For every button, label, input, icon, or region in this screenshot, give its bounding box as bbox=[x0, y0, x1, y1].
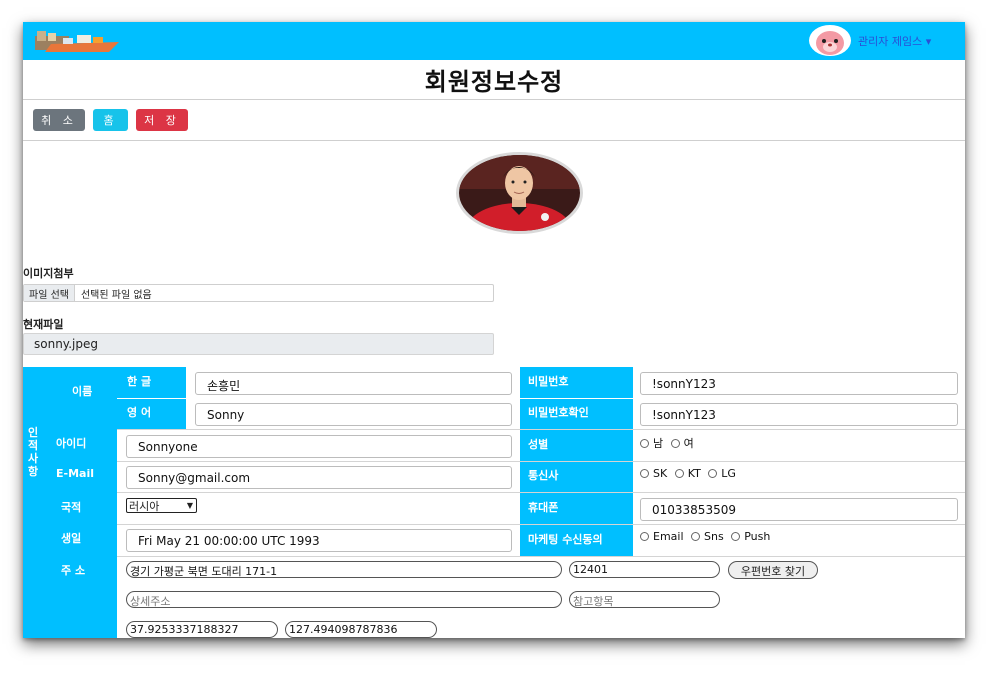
gender-female-label: 여 bbox=[683, 437, 694, 450]
marketing-sns-label: Sns bbox=[704, 530, 724, 543]
marketing-email-label: Email bbox=[653, 530, 684, 543]
korean-label-cell: 한 글 bbox=[117, 367, 186, 398]
file-input[interactable]: 파일 선택 선택된 파일 없음 bbox=[23, 284, 494, 302]
carrier-label-cell: 통신사 bbox=[520, 462, 633, 492]
carrier-lg-label: LG bbox=[721, 467, 736, 480]
chevron-down-icon: ▼ bbox=[186, 501, 193, 510]
radio-push[interactable] bbox=[731, 532, 741, 541]
title-row: 회원정보수정 bbox=[23, 60, 965, 100]
id-label: 아이디 bbox=[56, 437, 87, 450]
radio-kt[interactable] bbox=[674, 469, 684, 478]
carrier-label: 통신사 bbox=[528, 469, 559, 482]
home-button[interactable]: 홈 bbox=[93, 109, 128, 131]
password-label-cell: 비밀번호 bbox=[520, 367, 633, 398]
radio-sk[interactable] bbox=[640, 469, 649, 478]
marketing-radio-group: Email Sns Push bbox=[640, 530, 770, 543]
english-label-cell: 영 어 bbox=[117, 399, 186, 429]
korean-name-label: 한 글 bbox=[127, 375, 152, 388]
password-confirm-label-cell: 비밀번호확인 bbox=[520, 399, 633, 429]
country-value: 러시아 bbox=[129, 499, 160, 513]
password-label: 비밀번호 bbox=[528, 375, 569, 388]
row-divider bbox=[117, 524, 965, 525]
email-label: E-Mail bbox=[56, 467, 94, 480]
english-name-input[interactable]: Sonny bbox=[195, 403, 512, 426]
user-menu-dropdown[interactable]: 관리자 제임스 ▾ bbox=[858, 33, 931, 49]
phone-label: 휴대폰 bbox=[528, 501, 559, 514]
action-bar: 취 소 홈 저 장 bbox=[23, 100, 965, 141]
logo-icon[interactable] bbox=[33, 26, 119, 54]
radio-sns[interactable] bbox=[691, 532, 701, 541]
marketing-push-label: Push bbox=[744, 530, 771, 543]
gender-male-label: 남 bbox=[653, 437, 664, 450]
email-input[interactable]: Sonny@gmail.com bbox=[126, 466, 512, 489]
top-navbar: 관리자 제임스 ▾ bbox=[23, 22, 965, 60]
address-input[interactable]: 경기 가평군 북면 도대리 171-1 bbox=[126, 561, 562, 578]
radio-lg[interactable] bbox=[708, 469, 718, 478]
latitude-input[interactable]: 37.9253337188327 bbox=[126, 621, 278, 638]
extra-address-input[interactable]: 참고항목 bbox=[569, 591, 720, 608]
country-label: 국적 bbox=[61, 501, 82, 514]
gender-radio-group: 남 여 bbox=[640, 435, 694, 451]
password-confirm-input[interactable]: !sonnY123 bbox=[640, 403, 958, 426]
choose-file-button[interactable]: 파일 선택 bbox=[24, 285, 75, 301]
row-divider bbox=[117, 556, 965, 557]
find-zipcode-button[interactable]: 우편번호 찾기 bbox=[728, 561, 818, 579]
user-avatar[interactable] bbox=[809, 25, 851, 56]
cancel-button[interactable]: 취 소 bbox=[33, 109, 85, 131]
carrier-kt-label: KT bbox=[687, 467, 701, 480]
phone-input[interactable]: 01033853509 bbox=[640, 498, 958, 521]
image-attach-label: 이미지첨부 bbox=[23, 267, 74, 280]
password-confirm-label: 비밀번호확인 bbox=[528, 406, 589, 419]
birthday-label: 생일 bbox=[61, 532, 82, 545]
longitude-input[interactable]: 127.494098787836 bbox=[285, 621, 437, 638]
zipcode-input[interactable]: 12401 bbox=[569, 561, 720, 578]
gender-label-cell: 성별 bbox=[520, 430, 633, 461]
section-label-text: 인적사항 bbox=[28, 426, 39, 478]
marketing-label-cell: 마케팅 수신동의 bbox=[520, 525, 633, 556]
row-divider bbox=[117, 429, 965, 430]
carrier-sk-label: SK bbox=[653, 467, 668, 480]
birthday-input[interactable]: Fri May 21 00:00:00 UTC 1993 bbox=[126, 529, 512, 552]
profile-photo bbox=[456, 152, 583, 234]
phone-label-cell: 휴대폰 bbox=[520, 493, 633, 524]
marketing-label: 마케팅 수신동의 bbox=[528, 533, 603, 546]
file-status-text: 선택된 파일 없음 bbox=[80, 289, 152, 301]
save-button[interactable]: 저 장 bbox=[136, 109, 188, 131]
app-window: 관리자 제임스 ▾ 회원정보수정 취 소 홈 저 장 이미지첨부 파일 선택 선… bbox=[23, 22, 965, 638]
radio-male[interactable] bbox=[640, 439, 649, 448]
detail-address-input[interactable]: 상세주소 bbox=[126, 591, 562, 608]
id-label-cell: 아이디 E-Mail 국적 생일 주 소 bbox=[46, 429, 117, 638]
row-divider bbox=[117, 492, 965, 493]
radio-email[interactable] bbox=[640, 532, 649, 541]
english-name-label: 영 어 bbox=[127, 406, 152, 419]
radio-female[interactable] bbox=[670, 439, 680, 448]
personal-info-section-label: 인적사항 bbox=[23, 367, 46, 638]
id-input[interactable]: Sonnyone bbox=[126, 435, 512, 458]
address-label: 주 소 bbox=[61, 564, 86, 577]
country-select[interactable]: 러시아 ▼ bbox=[126, 498, 197, 513]
current-file-label: 현재파일 bbox=[23, 318, 64, 331]
name-label-cell: 이름 bbox=[46, 367, 117, 429]
korean-name-input[interactable]: 손흥민 bbox=[195, 372, 512, 395]
page-title: 회원정보수정 bbox=[424, 68, 564, 96]
gender-label: 성별 bbox=[528, 438, 549, 451]
row-divider bbox=[117, 461, 965, 462]
password-input[interactable]: !sonnY123 bbox=[640, 372, 958, 395]
current-file-field: sonny.jpeg bbox=[23, 333, 494, 355]
carrier-radio-group: SK KT LG bbox=[640, 467, 736, 480]
name-label: 이름 bbox=[72, 385, 93, 398]
